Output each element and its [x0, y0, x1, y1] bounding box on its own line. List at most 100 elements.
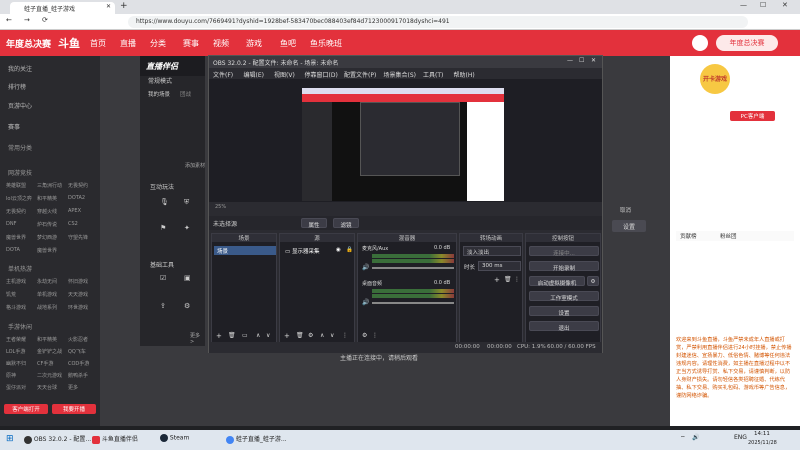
start-stream-button[interactable]: 我要开播 [52, 404, 96, 414]
studio-mode-button[interactable]: 工作室模式 [529, 291, 599, 302]
source-item[interactable]: ▭ 显示器采集 ◉ 🔒 [282, 246, 354, 255]
source-props-icon[interactable]: ⚙ [308, 332, 313, 339]
volume-icon[interactable]: 🔊 [692, 434, 699, 441]
star-icon[interactable]: ✦ [184, 224, 190, 232]
obs-menu-item[interactable]: 工具(T) [423, 70, 443, 79]
sidebar-game-link[interactable]: 怀旧游戏 [68, 278, 88, 285]
stream-button[interactable]: 连接中... [529, 246, 599, 257]
obs-menu-item[interactable]: 文件(F) [213, 70, 233, 79]
sidebar-game-link[interactable]: 和平精英 [37, 195, 57, 202]
url-field[interactable]: https://www.douyu.com/7669491?dyshid=192… [128, 16, 748, 28]
sidebar-game-link[interactable]: 饥荒 [6, 291, 16, 298]
sidebar-game-link[interactable]: 蛋仔派对 [6, 384, 26, 391]
add-material[interactable]: 添加素材 [185, 162, 205, 169]
avatar[interactable] [692, 35, 708, 51]
mic-volume-slider[interactable] [372, 267, 454, 269]
douyu-logo[interactable]: 斗鱼 [58, 35, 80, 51]
sidebar-game-link[interactable]: 天天台球 [37, 384, 57, 391]
sidebar-game-link[interactable]: 原神 [6, 372, 16, 379]
sidebar-game-link[interactable]: DNF [6, 221, 16, 227]
nav-events[interactable]: 赛事 [183, 38, 199, 49]
sidebar-game-link[interactable]: DOTA2 [68, 195, 85, 201]
exit-button[interactable]: 退出 [529, 321, 599, 332]
maximize-icon[interactable]: ☐ [760, 1, 766, 9]
zoom-level[interactable]: 25% [215, 204, 226, 210]
obs-menu-item[interactable]: 视图(V) [274, 70, 295, 79]
sidebar-game-link[interactable]: 和平精英 [37, 336, 57, 343]
duration-field[interactable]: 300 ms [478, 261, 521, 271]
sidebar-game-link[interactable]: 英雄联盟 [6, 182, 26, 189]
sidebar-game-link[interactable]: APEX [68, 208, 81, 214]
tab-my-scene[interactable]: 我的场景 [148, 90, 170, 98]
sidebar-game-link[interactable]: QQ飞车 [68, 348, 86, 355]
sidebar-game-link[interactable]: 三角洲行动 [37, 182, 62, 189]
pc-client-button[interactable]: PC客户端 [730, 111, 775, 121]
scene-item[interactable]: 场景 [214, 246, 276, 255]
browser-tab[interactable]: 蛙子直播_蛙子游戏 ✕ [10, 2, 115, 14]
tab-fans[interactable]: 粉丝团 [720, 232, 737, 240]
sidebar-item-events[interactable]: 赛事 [8, 122, 20, 131]
sidebar-game-link[interactable]: lol云顶之弈 [6, 195, 32, 202]
sidebar-game-link[interactable]: CS2 [68, 221, 78, 227]
obs-minimize-icon[interactable]: — [567, 57, 573, 64]
sidebar-game-link[interactable]: 更多 [68, 384, 78, 391]
remove-scene-icon[interactable]: 🗑 [228, 332, 236, 339]
mic-speaker-icon[interactable]: 🔊 [362, 264, 369, 271]
vcam-settings-button[interactable]: ⚙ [587, 276, 599, 286]
flag-icon[interactable]: ⚑ [160, 224, 166, 232]
obs-maximize-icon[interactable]: ☐ [579, 57, 584, 64]
sidebar-game-link[interactable]: 炉石传说 [37, 221, 57, 228]
visibility-icon[interactable]: ◉ [336, 247, 341, 253]
sidebar-game-link[interactable]: 无畏契约 [6, 208, 26, 215]
sidebar-game-link[interactable]: 单机游戏 [37, 291, 57, 298]
windows-start-icon[interactable]: ⊞ [6, 434, 14, 444]
obs-menu-item[interactable]: 停靠窗口(D) [305, 70, 338, 79]
properties-button[interactable]: 属性 [301, 218, 327, 229]
clock-date[interactable]: 2025/11/28 [748, 440, 777, 446]
scene-down-icon[interactable]: ∨ [266, 332, 270, 339]
more-link[interactable]: 更多 > [190, 332, 205, 345]
ai-icon[interactable]: ▣ [184, 274, 191, 282]
sidebar-game-link[interactable]: 梦幻西游 [37, 234, 57, 241]
nav-home[interactable]: 首页 [90, 38, 106, 49]
sidebar-game-link[interactable]: CF手游 [37, 360, 53, 367]
settings-button[interactable]: 设置 [529, 306, 599, 317]
sidebar-game-link[interactable]: 守望先锋 [68, 234, 88, 241]
add-scene-icon[interactable]: + [216, 332, 222, 340]
check-icon[interactable]: ☑ [160, 274, 166, 282]
settings-icon[interactable]: ⚙ [184, 302, 190, 310]
minimize-icon[interactable]: — [740, 1, 747, 9]
add-source-icon[interactable]: + [284, 332, 290, 340]
refresh-icon[interactable]: ⟳ [42, 16, 48, 24]
language-indicator[interactable]: ENG [734, 434, 747, 441]
sidebar-game-link[interactable]: 幽默不归 [6, 360, 26, 367]
shield-icon[interactable]: ⛨ [184, 198, 189, 207]
sidebar-game-link[interactable]: 格斗游戏 [6, 304, 26, 311]
sidebar-game-link[interactable]: 无畏契约 [68, 182, 88, 189]
sidebar-game-link[interactable]: 穿越火线 [37, 208, 57, 215]
obs-close-icon[interactable]: ✕ [591, 57, 596, 64]
sidebar-game-link[interactable]: LOL手游 [6, 348, 25, 355]
source-up-icon[interactable]: ∧ [320, 332, 324, 339]
nav-fun[interactable]: 鱼乐晚班 [310, 38, 342, 49]
vip-badge[interactable]: 开卡游戏 [700, 64, 730, 94]
overlay-settings-button[interactable]: 设置 [612, 220, 646, 232]
record-button[interactable]: 开始录制 [529, 261, 599, 272]
sidebar-game-link[interactable]: DOTA [6, 247, 20, 253]
taskbar-helper[interactable]: 斗鱼直播伴侣 [92, 434, 138, 444]
forward-icon[interactable]: → [24, 16, 30, 24]
sidebar-item-rank[interactable]: 排行榜 [8, 82, 26, 91]
taskbar-steam[interactable]: Steam [160, 434, 189, 442]
sidebar-game-link[interactable]: 火影忍者 [68, 336, 88, 343]
nav-video[interactable]: 视频 [213, 38, 229, 49]
sidebar-game-link[interactable]: 魔兽世界 [37, 247, 57, 254]
remove-source-icon[interactable]: 🗑 [296, 332, 304, 339]
nav-category[interactable]: 分类 [150, 38, 166, 49]
nav-yuba[interactable]: 鱼吧 [280, 38, 296, 49]
sidebar-item-webgames[interactable]: 页游中心 [8, 101, 32, 110]
new-tab-icon[interactable]: + [120, 1, 128, 11]
close-window-icon[interactable]: ✕ [782, 1, 788, 9]
sidebar-item-follow[interactable]: 我的关注 [8, 64, 32, 73]
obs-menu-item[interactable]: 配置文件(P) [344, 70, 376, 79]
obs-menu-item[interactable]: 场景集合(S) [384, 70, 417, 79]
